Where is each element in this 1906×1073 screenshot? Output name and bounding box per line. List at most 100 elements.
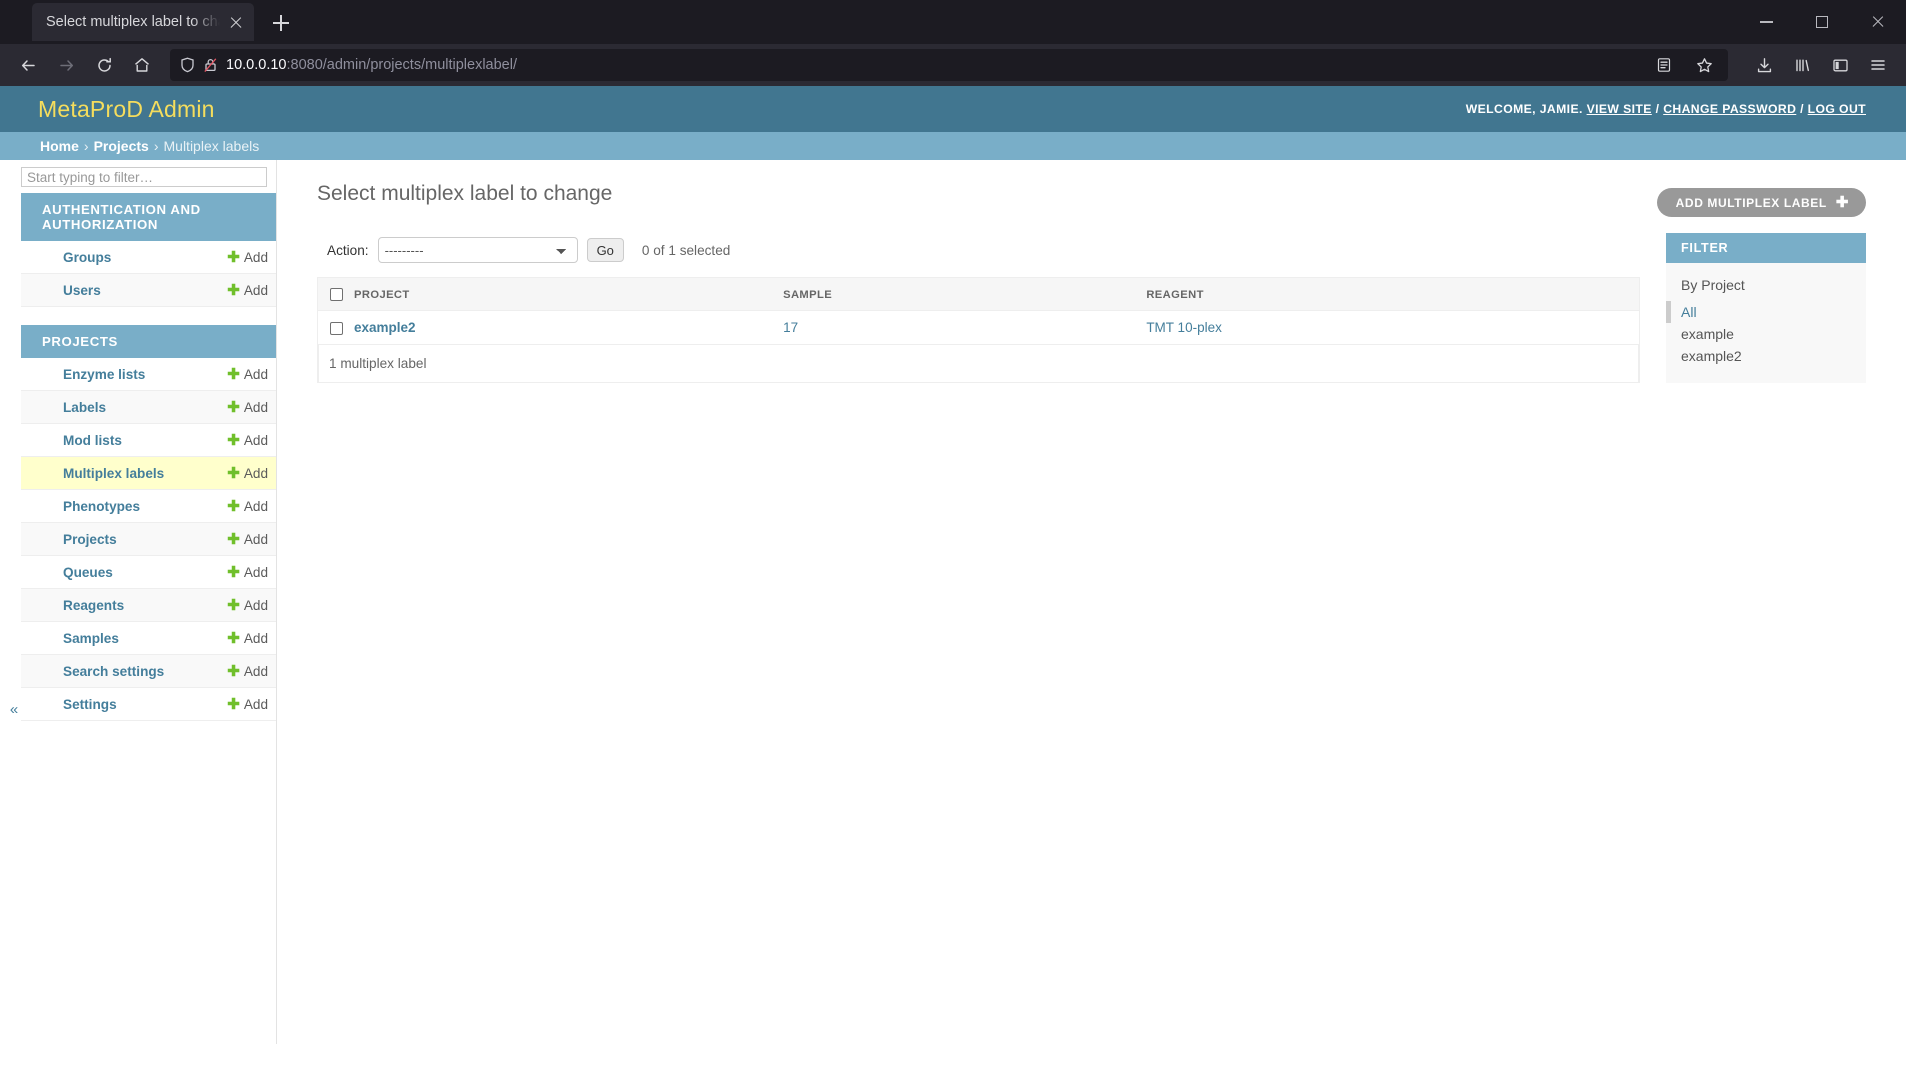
sidebar-item-queues[interactable]: Queues ✚ Add [21,556,276,589]
sidebar-link-projects[interactable]: Projects [63,532,117,547]
sidebar-filter-wrap [0,160,276,193]
view-site-link[interactable]: VIEW SITE [1587,102,1652,116]
breadcrumb-projects[interactable]: Projects [94,138,149,154]
home-button[interactable] [124,49,160,81]
sidebar-link-users[interactable]: Users [63,283,101,298]
library-button[interactable] [1784,49,1820,81]
add-label: Add [243,531,268,547]
add-queues-link[interactable]: ✚ Add [227,565,268,580]
site-branding[interactable]: MetaProD Admin [38,96,215,123]
select-all-checkbox[interactable] [330,288,343,301]
sidebar-link-phenotypes[interactable]: Phenotypes [63,499,140,514]
breadcrumb-separator-1: › [83,138,89,154]
table-header-row: PROJECT SAMPLE REAGENT [318,278,1639,311]
forward-arrow-icon [59,59,73,71]
sidebar-link-enzyme-lists[interactable]: Enzyme lists [63,367,145,382]
log-out-link[interactable]: LOG OUT [1808,102,1866,116]
sidebar-link-labels[interactable]: Labels [63,400,106,415]
browser-tab[interactable]: Select multiplex label to change | M [32,3,254,41]
row-checkbox[interactable] [330,321,343,335]
add-phenotypes-link[interactable]: ✚ Add [227,499,268,514]
sidebar-item-samples[interactable]: Samples ✚ Add [21,622,276,655]
sidebar-link-multiplex-labels[interactable]: Multiplex labels [63,466,164,481]
sidebar-collapse-toggle[interactable]: « [6,701,22,718]
new-tab-button[interactable] [264,6,298,40]
hamburger-menu-icon [1871,60,1885,70]
add-label: Add [243,696,268,712]
sidebar-item-labels[interactable]: Labels ✚ Add [21,391,276,424]
sidebar-link-mod-lists[interactable]: Mod lists [63,433,122,448]
column-header-reagent[interactable]: REAGENT [1136,278,1639,311]
url-host: 10.0.0.10 [226,57,287,73]
sample-link[interactable]: 17 [783,320,798,335]
add-reagents-link[interactable]: ✚ Add [227,598,268,613]
sidebar-item-reagents[interactable]: Reagents ✚ Add [21,589,276,622]
sidebar-link-search-settings[interactable]: Search settings [63,664,164,679]
change-password-link[interactable]: CHANGE PASSWORD [1663,102,1796,116]
sidebar-item-multiplex-labels[interactable]: Multiplex labels ✚ Add [21,457,276,490]
sidebar-item-mod-lists[interactable]: Mod lists ✚ Add [21,424,276,457]
forward-button[interactable] [48,49,84,81]
add-search-settings-link[interactable]: ✚ Add [227,664,268,679]
result-count: 1 multiplex label [318,345,1639,383]
app-projects: PROJECTS Enzyme lists ✚ Add Labels ✚ Add M… [0,325,276,721]
minimize-button[interactable] [1738,0,1794,44]
add-mod-lists-link[interactable]: ✚ Add [227,433,268,448]
filter-choice-all[interactable]: All [1666,301,1866,323]
main-content: ADD MULTIPLEX LABEL ✚ Select multiplex l… [277,160,1906,383]
admin-header: MetaProD Admin WELCOME, JAMIE. VIEW SITE… [0,86,1906,132]
sidebar-item-phenotypes[interactable]: Phenotypes ✚ Add [21,490,276,523]
downloads-button[interactable] [1746,49,1782,81]
column-header-project[interactable]: PROJECT [344,278,774,311]
add-users-link[interactable]: ✚ Add [227,283,268,298]
reagent-link[interactable]: TMT 10-plex [1146,320,1222,335]
back-button[interactable] [10,49,46,81]
add-enzyme-lists-link[interactable]: ✚ Add [227,367,268,382]
sidebar-item-enzyme-lists[interactable]: Enzyme lists ✚ Add [21,358,276,391]
table-row: example2 17 TMT 10-plex [318,310,1639,345]
sidebar-item-projects[interactable]: Projects ✚ Add [21,523,276,556]
filter-choice-example2-link[interactable]: example2 [1666,345,1866,367]
close-window-button[interactable] [1850,0,1906,44]
filter-choice-example[interactable]: example [1666,323,1866,345]
sidebar-link-groups[interactable]: Groups [63,250,111,265]
breadcrumb-home[interactable]: Home [40,138,79,154]
filter-choice-example2[interactable]: example2 [1666,345,1866,367]
add-multiplex-labels-link[interactable]: ✚ Add [227,466,268,481]
sidebar-item-groups[interactable]: Groups ✚ Add [21,241,276,274]
add-labels-link[interactable]: ✚ Add [227,400,268,415]
add-multiplex-label-button[interactable]: ADD MULTIPLEX LABEL ✚ [1656,188,1866,217]
cell-sample: 17 [773,310,1137,345]
filter-choice-list: All example example2 [1666,301,1866,367]
bookmark-button[interactable] [1686,49,1722,81]
add-settings-link[interactable]: ✚ Add [227,697,268,712]
app-menu-button[interactable] [1860,49,1896,81]
sidebar-link-queues[interactable]: Queues [63,565,113,580]
sidebar-link-settings[interactable]: Settings [63,697,117,712]
sidebar-filter-input[interactable] [21,167,267,187]
filter-choice-example-link[interactable]: example [1666,323,1866,345]
sidebar-toggle-button[interactable] [1822,49,1858,81]
sidebar-item-settings[interactable]: Settings ✚ Add [21,688,276,721]
reload-button[interactable] [86,49,122,81]
maximize-button[interactable] [1794,0,1850,44]
add-projects-link[interactable]: ✚ Add [227,532,268,547]
reader-view-button[interactable] [1646,49,1682,81]
url-bar[interactable]: 10.0.0.10:8080/admin/projects/multiplexl… [170,49,1728,81]
go-button[interactable]: Go [586,238,624,262]
sidebar-item-search-settings[interactable]: Search settings ✚ Add [21,655,276,688]
close-icon[interactable] [226,12,246,32]
add-groups-link[interactable]: ✚ Add [227,250,268,265]
add-samples-link[interactable]: ✚ Add [227,631,268,646]
sidebar-item-users[interactable]: Users ✚ Add [21,274,276,307]
app-caption-projects[interactable]: PROJECTS [21,325,276,358]
sidebar-link-samples[interactable]: Samples [63,631,119,646]
filter-choice-all-link[interactable]: All [1671,301,1866,323]
selection-counter: 0 of 1 selected [641,242,731,258]
app-caption-auth[interactable]: AUTHENTICATION AND AUTHORIZATION [21,193,276,241]
plus-icon: ✚ [227,530,240,548]
sidebar-link-reagents[interactable]: Reagents [63,598,124,613]
action-select[interactable]: --------- [377,237,578,263]
project-link[interactable]: example2 [354,320,416,335]
column-header-sample[interactable]: SAMPLE [773,278,1137,311]
